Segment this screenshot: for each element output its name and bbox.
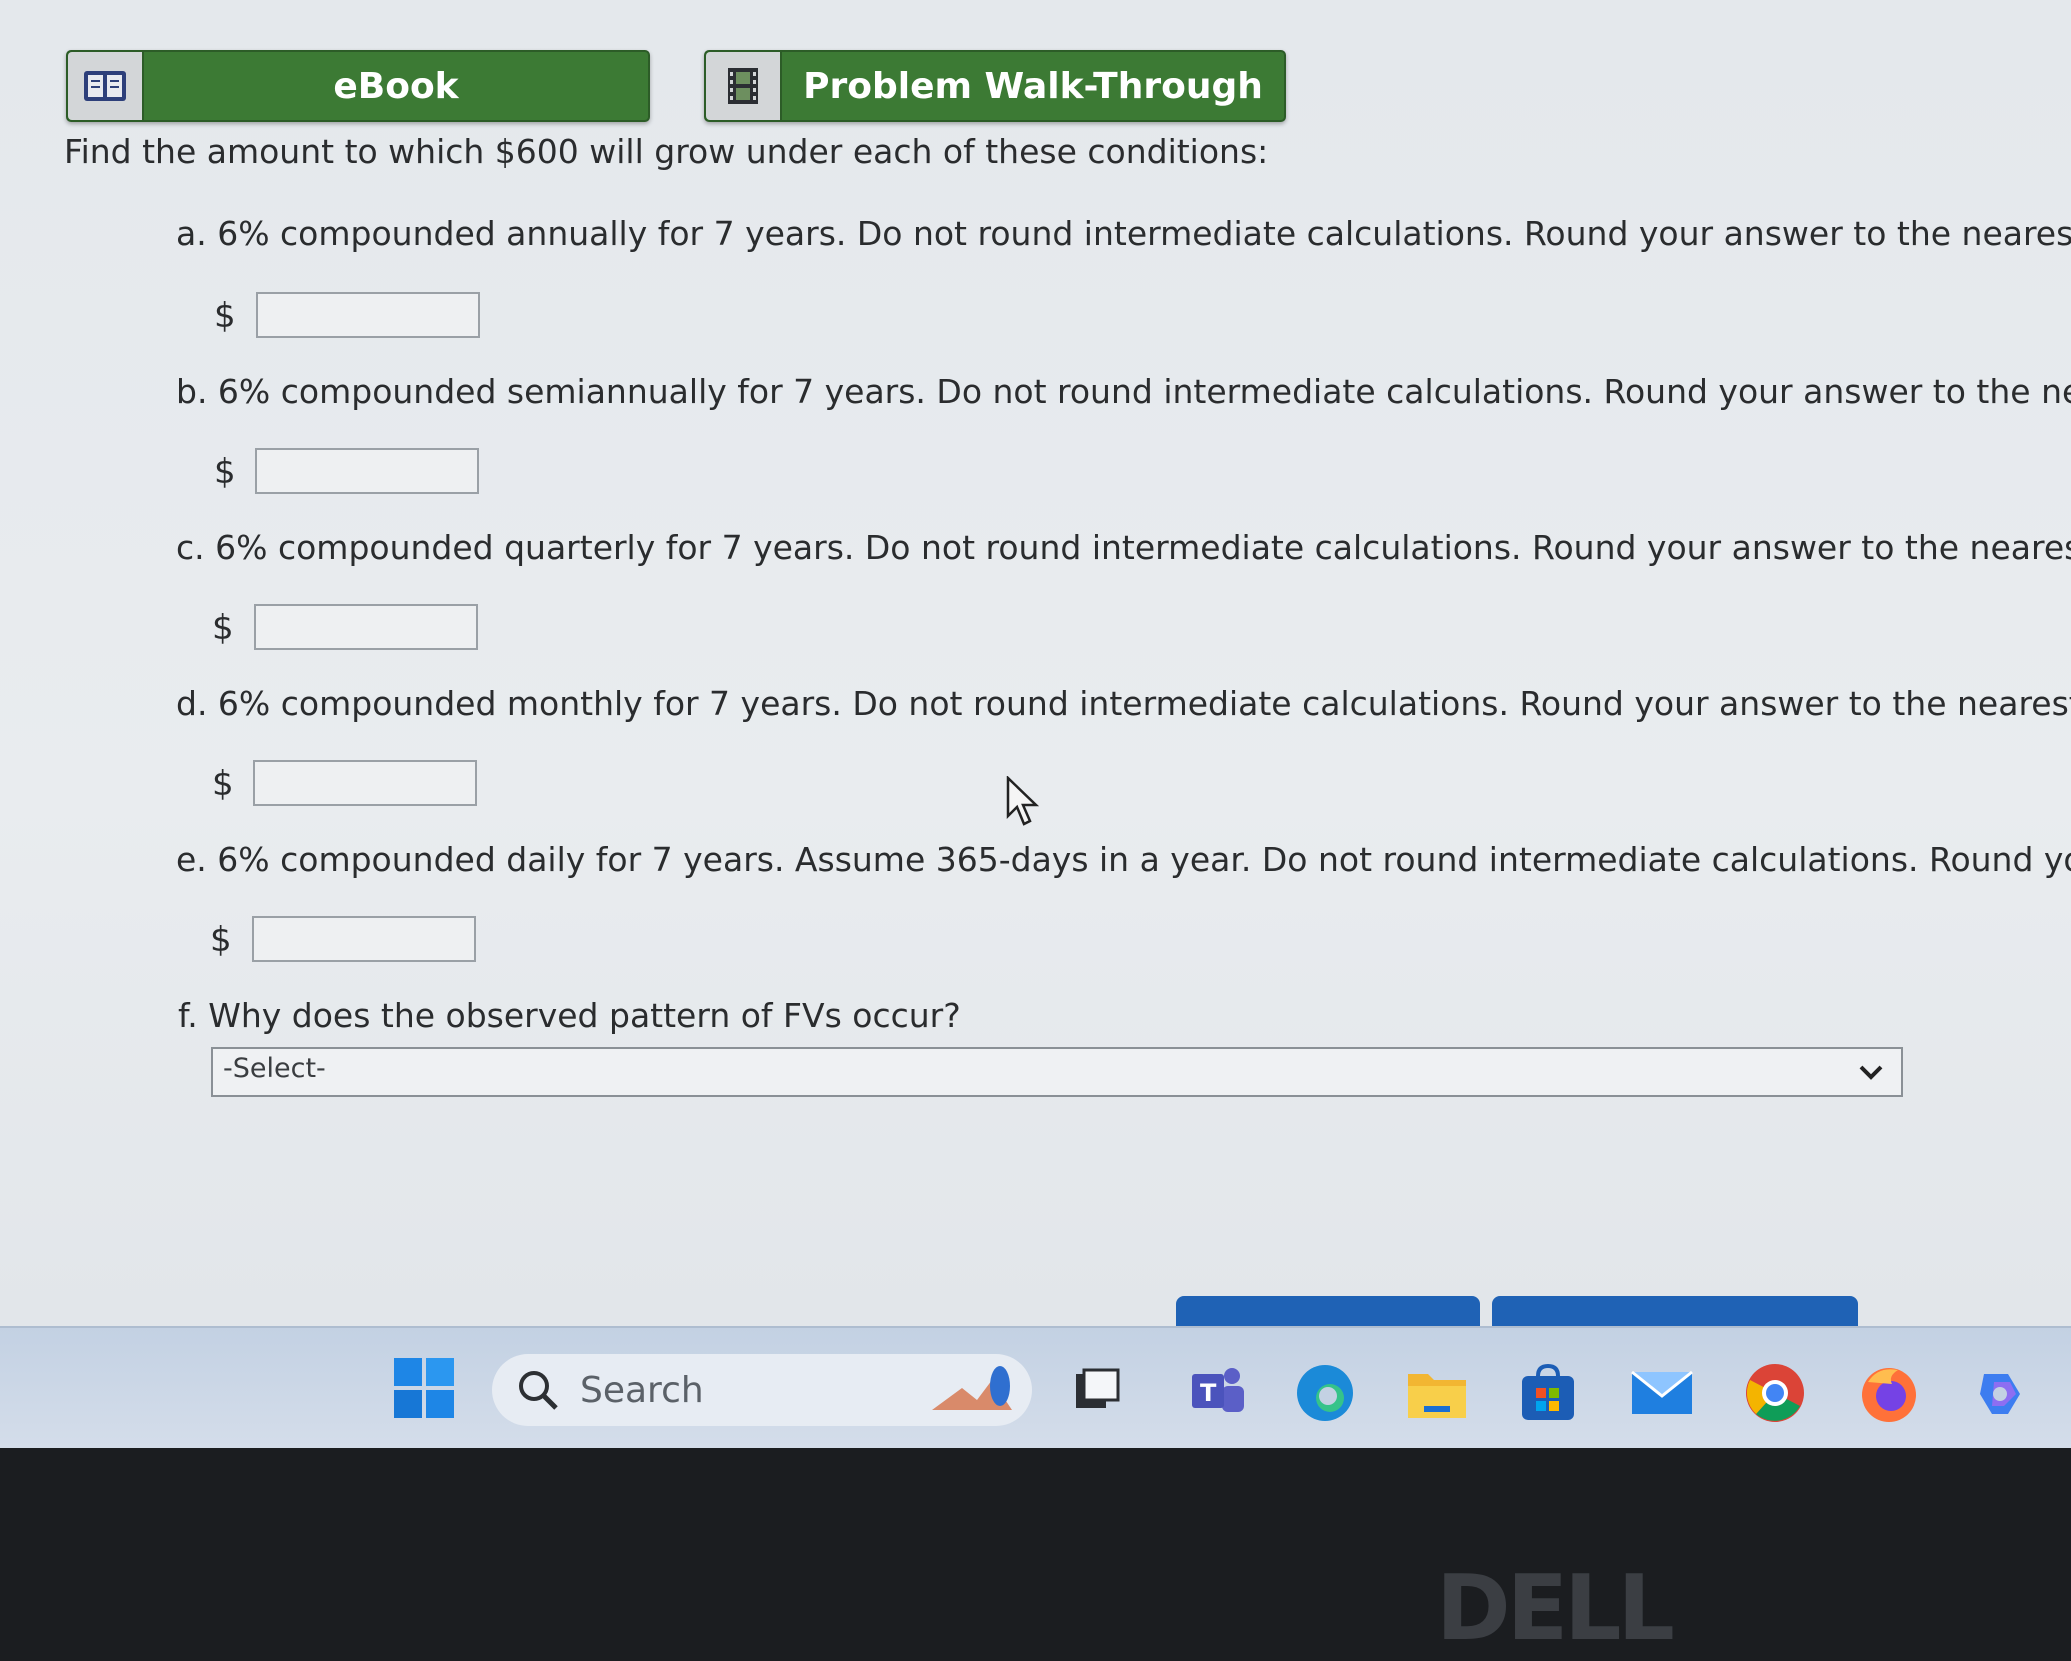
answer-input-e[interactable] <box>252 916 476 962</box>
currency-label: $ <box>214 296 236 336</box>
book-icon <box>68 52 144 120</box>
film-icon <box>706 52 782 120</box>
currency-label: $ <box>212 764 234 804</box>
microsoft-store-icon[interactable] <box>1518 1363 1578 1428</box>
answer-input-a[interactable] <box>256 292 480 338</box>
problem-prompt: Find the amount to which $600 will grow … <box>64 132 1269 171</box>
question-e: e. 6% compounded daily for 7 years. Assu… <box>176 840 2071 879</box>
answer-input-c[interactable] <box>254 604 478 650</box>
taskbar-search-box[interactable]: Search <box>492 1354 1032 1426</box>
problem-walkthrough-button[interactable]: Problem Walk-Through <box>704 50 1286 122</box>
firefox-icon[interactable] <box>1858 1362 1920 1428</box>
ebook-label: eBook <box>333 65 459 107</box>
chrome-icon[interactable] <box>1744 1362 1806 1428</box>
widgets-icon[interactable] <box>922 1360 1022 1424</box>
currency-label: $ <box>210 920 232 960</box>
copilot-icon[interactable] <box>1970 1364 2030 1428</box>
assignment-page: eBook Problem Walk-Through Find the amou… <box>0 0 2071 1330</box>
svg-text:T: T <box>1200 1379 1217 1407</box>
task-view-icon[interactable] <box>1074 1368 1120 1418</box>
search-icon <box>516 1368 560 1416</box>
action-button-right[interactable] <box>1492 1296 1858 1330</box>
question-a: a. 6% compounded annually for 7 years. D… <box>176 214 2071 253</box>
dell-logo: DELL <box>1436 1556 1675 1661</box>
action-button-left[interactable] <box>1176 1296 1480 1330</box>
walkthrough-label: Problem Walk-Through <box>803 65 1263 107</box>
mail-icon[interactable] <box>1630 1368 1694 1422</box>
currency-label: $ <box>214 452 236 492</box>
fv-pattern-select[interactable]: -Select- <box>211 1047 1903 1097</box>
select-value: -Select- <box>223 1053 326 1084</box>
chevron-down-icon <box>1857 1059 1885 1090</box>
question-b: b. 6% compounded semiannually for 7 year… <box>176 372 2071 411</box>
windows-start-icon[interactable] <box>394 1358 454 1422</box>
answer-input-d[interactable] <box>253 760 477 806</box>
answer-input-b[interactable] <box>255 448 479 494</box>
question-d: d. 6% compounded monthly for 7 years. Do… <box>176 684 2071 723</box>
edge-icon[interactable] <box>1294 1362 1356 1428</box>
currency-label: $ <box>212 608 234 648</box>
search-label: Search <box>580 1370 704 1411</box>
question-c: c. 6% compounded quarterly for 7 years. … <box>176 528 2071 567</box>
mouse-pointer-icon <box>1006 775 1042 832</box>
ebook-button[interactable]: eBook <box>66 50 650 122</box>
file-explorer-icon[interactable] <box>1406 1366 1468 1426</box>
windows-taskbar: Search T <box>0 1326 2071 1448</box>
teams-icon[interactable]: T <box>1190 1364 1246 1422</box>
question-f: f. Why does the observed pattern of FVs … <box>178 996 961 1035</box>
